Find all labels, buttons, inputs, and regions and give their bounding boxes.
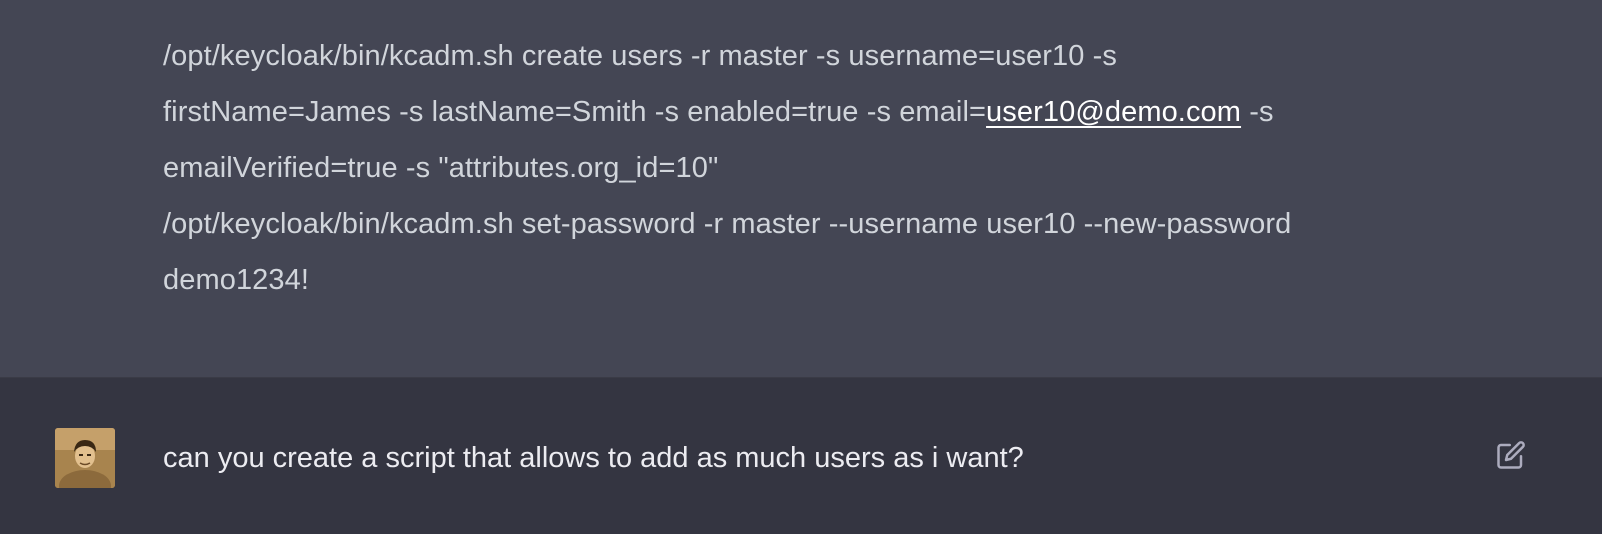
message-line: emailVerified=true -s "attributes.org_id… (163, 152, 719, 184)
user-message-text: can you create a script that allows to a… (163, 442, 1024, 474)
user-message: can you create a script that allows to a… (0, 378, 1602, 534)
message-line: demo1234! (163, 264, 310, 296)
email-link[interactable]: user10@demo.com (986, 96, 1241, 128)
avatar-photo-icon (55, 428, 115, 488)
message-line: firstName=James -s lastName=Smith -s ena… (163, 84, 1463, 140)
assistant-message: /opt/keycloak/bin/kcadm.sh create users … (0, 0, 1602, 378)
message-line-text: -s (1241, 96, 1274, 128)
assistant-message-text: /opt/keycloak/bin/kcadm.sh create users … (163, 28, 1463, 308)
message-line: /opt/keycloak/bin/kcadm.sh set-password … (163, 208, 1292, 240)
message-line: /opt/keycloak/bin/kcadm.sh create users … (163, 40, 1118, 72)
edit-icon (1497, 441, 1525, 469)
user-avatar (55, 428, 115, 488)
message-line-text: firstName=James -s lastName=Smith -s ena… (163, 96, 987, 128)
edit-message-button[interactable] (1494, 438, 1528, 472)
